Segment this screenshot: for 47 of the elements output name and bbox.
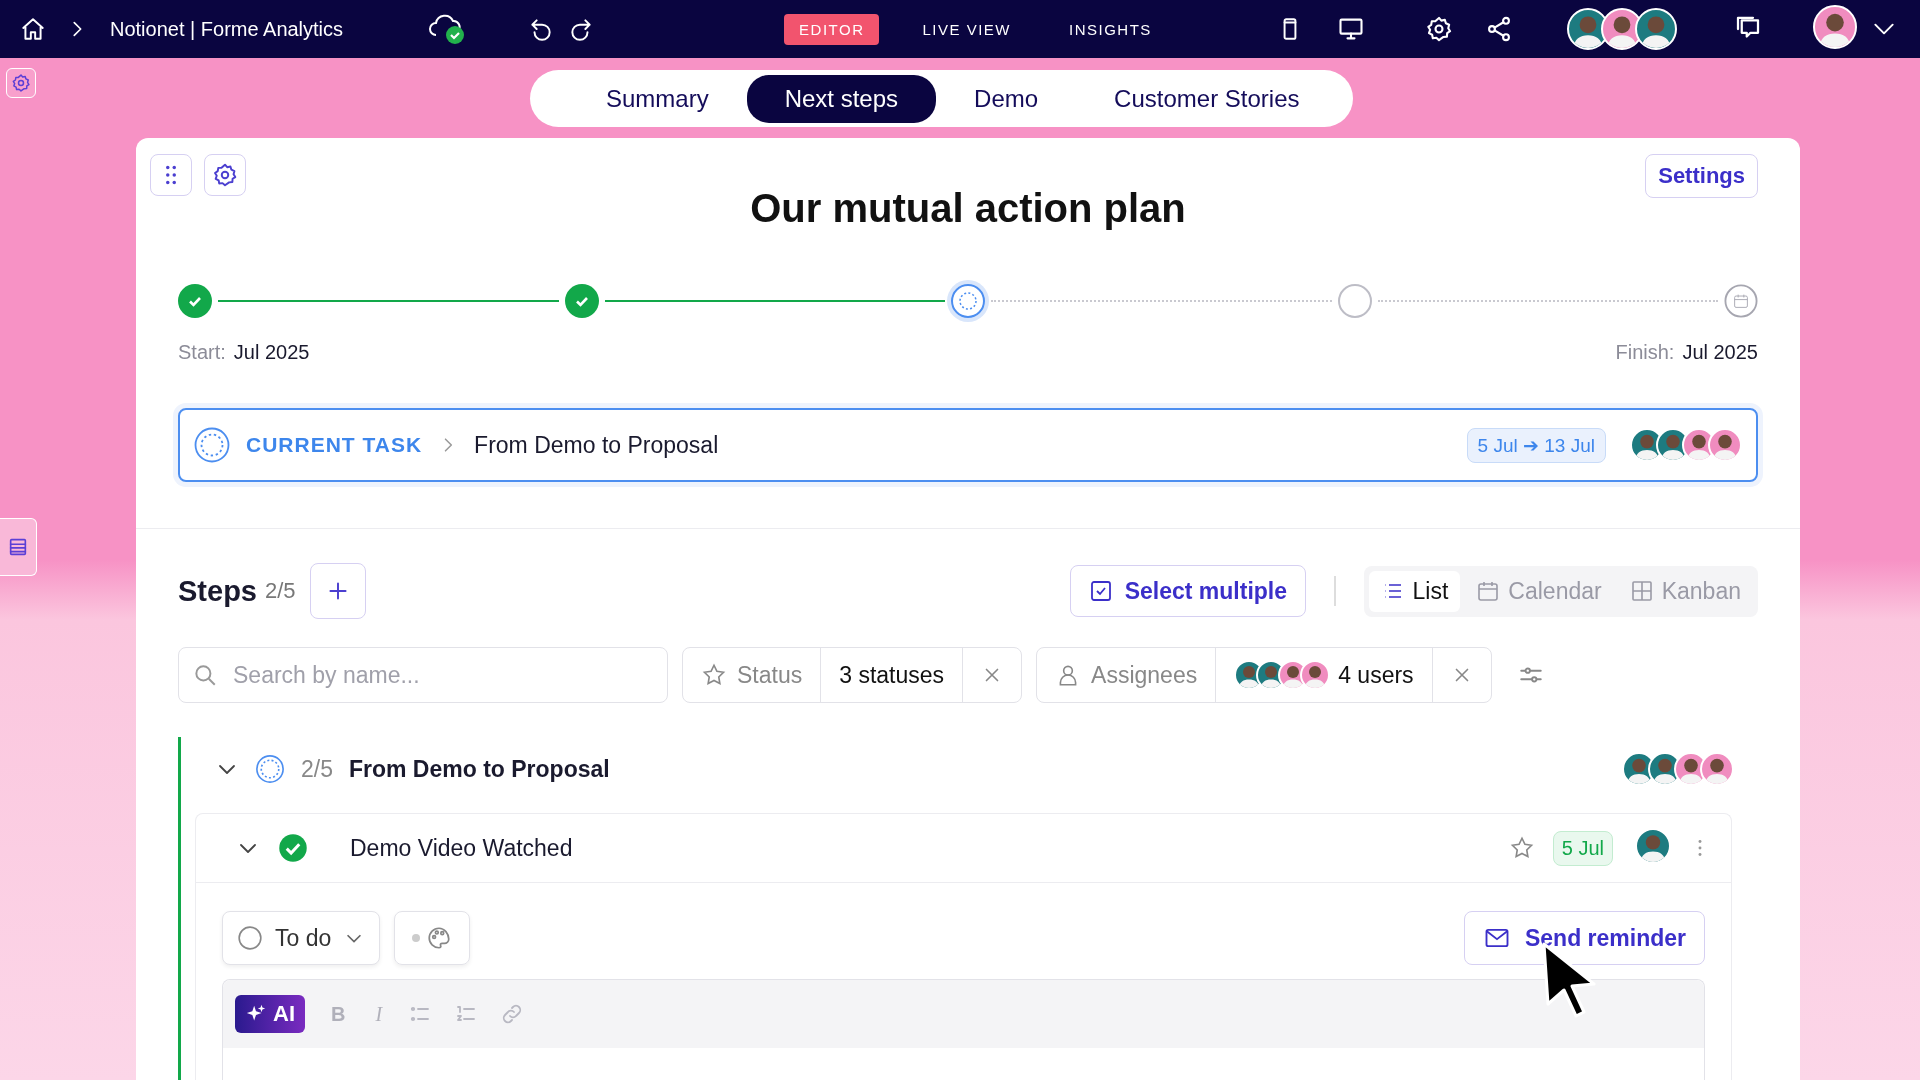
dot-icon xyxy=(412,934,421,942)
group-step-count: 2/5 xyxy=(301,755,333,783)
finish-date: Finish: Jul 2025 xyxy=(1615,341,1758,364)
due-date: 5 Jul xyxy=(1552,830,1613,866)
status-dropdown[interactable]: To do xyxy=(222,911,381,965)
steps-title: Steps xyxy=(178,574,257,608)
view-tab[interactable]: List xyxy=(1368,570,1461,612)
nav-tab[interactable]: Customer Stories xyxy=(1076,74,1338,123)
settings-icon[interactable] xyxy=(212,162,238,188)
plan-title: Our mutual action plan xyxy=(749,186,1187,231)
checkbox-icon xyxy=(1088,579,1113,603)
search-icon xyxy=(192,662,218,688)
document-title: Notionet | Forme Analytics xyxy=(110,17,344,41)
mode-tab[interactable]: INSIGHTS xyxy=(1054,13,1167,45)
search-field[interactable]: Search by name... xyxy=(178,647,668,703)
mode-tab[interactable]: LIVE VIEW xyxy=(907,13,1026,45)
star-icon xyxy=(701,662,727,688)
in-progress-icon xyxy=(194,427,230,463)
settings-icon[interactable] xyxy=(1424,15,1453,43)
color-picker[interactable] xyxy=(394,911,471,965)
nav-tab[interactable]: Summary xyxy=(568,74,747,123)
step-title: Demo Video Watched xyxy=(350,834,573,862)
ai-button[interactable]: AI xyxy=(235,995,305,1033)
in-progress-icon xyxy=(255,754,285,784)
group-title: From Demo to Proposal xyxy=(349,755,610,783)
send-reminder-button[interactable]: Send reminder xyxy=(1463,911,1705,965)
nav-tab[interactable]: Next steps xyxy=(746,74,937,123)
kanban-icon xyxy=(1629,579,1654,603)
current-task-label: CURRENT TASK xyxy=(246,433,423,457)
assignees-filter[interactable]: Assignees xyxy=(1037,648,1217,702)
nav-tab[interactable]: Demo xyxy=(936,74,1077,123)
check-circle-icon[interactable] xyxy=(278,833,308,863)
assignees-filter-value: 4 users xyxy=(1338,661,1414,689)
status-filter-value: 3 statuses xyxy=(821,648,964,702)
calendar-icon xyxy=(1476,579,1501,603)
current-task-title: From Demo to Proposal xyxy=(474,431,719,459)
list-icon[interactable] xyxy=(7,536,29,558)
palette-icon xyxy=(426,925,453,951)
home-icon[interactable] xyxy=(20,16,46,42)
date-range: 5 Jul ➔ 13 Jul xyxy=(1466,427,1606,463)
description-editor[interactable]: AI B I xyxy=(222,979,1705,1080)
status-filter[interactable]: Status xyxy=(683,648,822,702)
start-date: Start: Jul 2025 xyxy=(178,341,310,364)
steps-count: 2/5 xyxy=(265,578,296,604)
settings-button[interactable]: Settings xyxy=(1645,154,1758,198)
select-multiple-button[interactable]: Select multiple xyxy=(1069,565,1307,617)
circle-icon xyxy=(237,925,263,951)
